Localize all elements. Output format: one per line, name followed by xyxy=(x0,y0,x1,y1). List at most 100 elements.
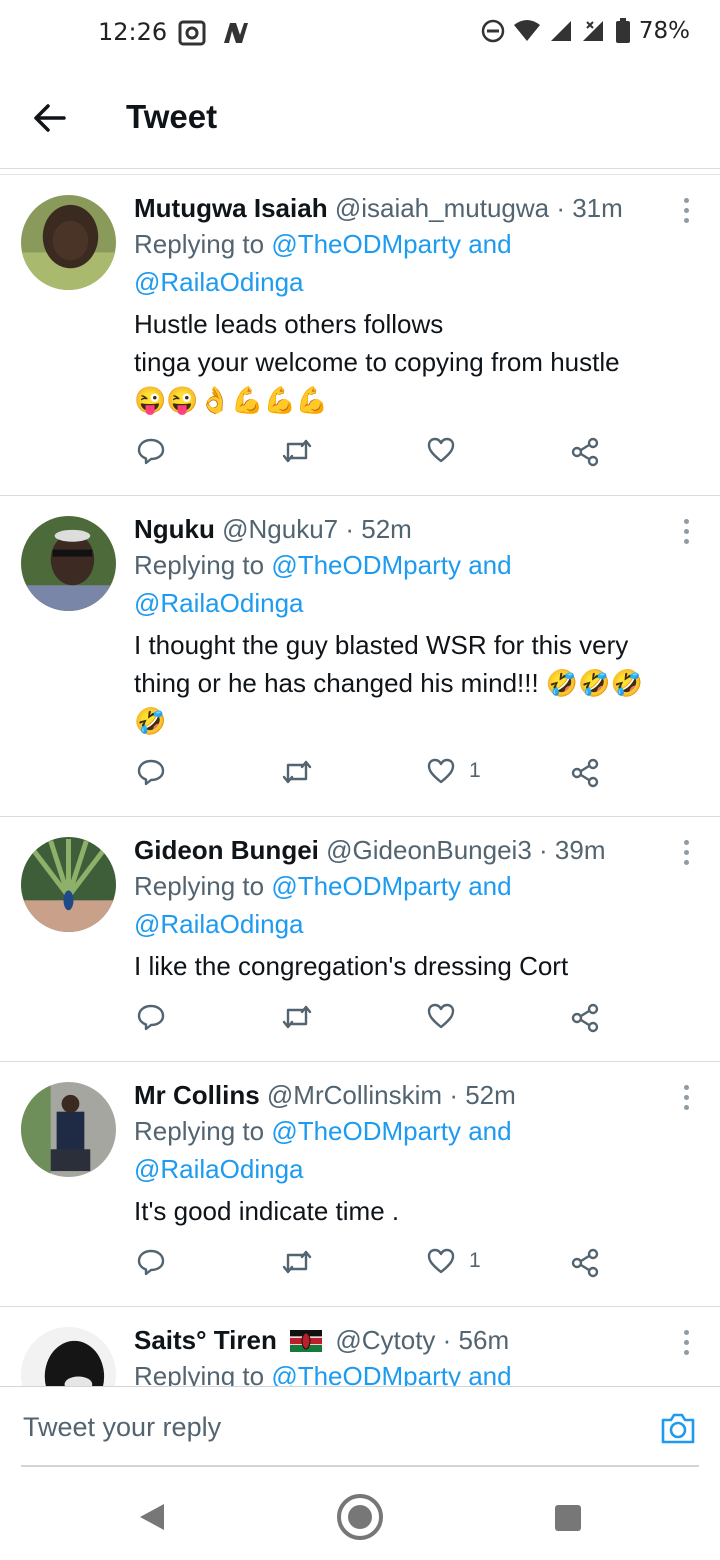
avatar[interactable] xyxy=(21,516,116,611)
tweet-text-line: Hustle leads others follows xyxy=(134,309,444,339)
avatar[interactable] xyxy=(21,195,116,290)
tweet-actions xyxy=(0,419,720,495)
share-icon xyxy=(571,1248,599,1278)
author-handle[interactable]: @MrCollinskim xyxy=(267,1080,442,1110)
reply-button[interactable] xyxy=(137,437,165,465)
retweet-button[interactable] xyxy=(281,437,313,465)
tweet-item[interactable]: Nguku @Nguku7 · 52m Replying to @TheODMp… xyxy=(0,496,720,817)
mention-link[interactable]: @RailaOdinga xyxy=(134,267,303,297)
like-button[interactable]: 1 xyxy=(427,758,481,784)
author-name[interactable]: Gideon Bungei xyxy=(134,835,319,865)
tweet-text: It's good indicate time . xyxy=(134,1192,680,1230)
system-nav-bar xyxy=(0,1466,720,1560)
like-button[interactable] xyxy=(427,1003,469,1029)
reply-feed[interactable]: Mutugwa Isaiah @isaiah_mutugwa · 31m Rep… xyxy=(0,174,720,1387)
tweet-text: I like the congregation's dressing Cort xyxy=(134,947,680,985)
tweet-emoji: 😜😜👌💪💪💪 xyxy=(134,385,329,415)
home-circle-icon[interactable] xyxy=(335,1492,385,1542)
author-name[interactable]: Mutugwa Isaiah xyxy=(134,193,328,223)
reply-icon xyxy=(137,1004,165,1031)
tweet-text-line: I thought the guy blasted WSR for this v… xyxy=(134,630,629,660)
back-triangle-icon[interactable] xyxy=(138,1502,166,1532)
signal-icon xyxy=(550,21,571,41)
author-handle[interactable]: @GideonBungei3 xyxy=(326,835,532,865)
share-icon xyxy=(571,1003,599,1033)
replying-to: Replying to @TheODMparty and @RailaOding… xyxy=(134,1112,680,1188)
mention-link[interactable]: @TheODMparty and xyxy=(271,1361,511,1387)
avatar[interactable] xyxy=(21,1082,116,1177)
retweet-icon xyxy=(282,439,312,463)
mention-link[interactable]: @TheODMparty and xyxy=(271,871,511,901)
retweet-button[interactable] xyxy=(281,1248,313,1276)
replying-to: Replying to @TheODMparty and @RailaOding… xyxy=(134,867,680,943)
author-handle[interactable]: @Nguku7 xyxy=(222,514,338,544)
tweet-time: · 52m xyxy=(345,514,412,544)
avatar[interactable] xyxy=(21,837,116,932)
tweet-time: · 39m xyxy=(539,835,606,865)
tweet-item[interactable]: Mr Collins @MrCollinskim · 52m Replying … xyxy=(0,1062,720,1307)
reply-icon xyxy=(137,759,165,786)
mention-link[interactable]: @TheODMparty and xyxy=(271,550,511,580)
arrow-left-icon[interactable] xyxy=(30,98,70,138)
tweet-item[interactable]: Mutugwa Isaiah @isaiah_mutugwa · 31m Rep… xyxy=(0,175,720,496)
share-button[interactable] xyxy=(571,758,601,788)
tweet-item[interactable]: Gideon Bungei @GideonBungei3 · 39m Reply… xyxy=(0,817,720,1062)
app-bar: Tweet xyxy=(0,68,720,169)
share-button[interactable] xyxy=(571,1248,601,1278)
heart-icon xyxy=(427,1248,455,1274)
retweet-button[interactable] xyxy=(281,1003,313,1031)
retweet-icon xyxy=(282,1005,312,1029)
author-name[interactable]: Nguku xyxy=(134,514,215,544)
share-button[interactable] xyxy=(571,1003,601,1033)
more-options-icon[interactable] xyxy=(678,516,694,546)
like-button[interactable] xyxy=(427,437,469,463)
author-handle[interactable]: @Cytoty xyxy=(335,1325,435,1355)
reply-input[interactable] xyxy=(21,1405,625,1449)
camera-icon[interactable] xyxy=(660,1411,696,1445)
more-options-icon[interactable] xyxy=(678,1327,694,1357)
share-button[interactable] xyxy=(571,437,601,467)
more-options-icon[interactable] xyxy=(678,195,694,225)
replying-to: Replying to @TheODMparty and xyxy=(134,1357,680,1387)
author-name[interactable]: Mr Collins xyxy=(134,1080,260,1110)
avatar[interactable] xyxy=(21,1327,116,1387)
replying-to: Replying to @TheODMparty and @RailaOding… xyxy=(134,546,680,622)
tweet-item[interactable]: Saits° Tiren @Cytoty · 56m Replying to @… xyxy=(0,1307,720,1387)
tweet-emoji: 🤣 xyxy=(134,706,167,736)
tweet-text: Hustle leads others follows tinga your w… xyxy=(134,305,680,419)
retweet-icon xyxy=(282,760,312,784)
battery-percent: 78% xyxy=(638,18,690,44)
replying-prefix: Replying to xyxy=(134,229,265,259)
battery-icon xyxy=(615,18,630,43)
replying-prefix: Replying to xyxy=(134,1361,265,1387)
share-icon xyxy=(571,437,599,467)
mention-link[interactable]: @TheODMparty and xyxy=(271,1116,511,1146)
reply-button[interactable] xyxy=(137,1248,165,1276)
author-handle[interactable]: @isaiah_mutugwa xyxy=(335,193,549,223)
reply-button[interactable] xyxy=(137,1003,165,1031)
status-bar: 12:26 78% xyxy=(0,0,720,68)
more-options-icon[interactable] xyxy=(678,1082,694,1112)
retweet-button[interactable] xyxy=(281,758,313,786)
reply-button[interactable] xyxy=(137,758,165,786)
more-options-icon[interactable] xyxy=(678,837,694,867)
heart-icon xyxy=(427,758,455,784)
mention-link[interactable]: @RailaOdinga xyxy=(134,1154,303,1184)
tweet-text: I thought the guy blasted WSR for this v… xyxy=(134,626,680,740)
mention-link[interactable]: @RailaOdinga xyxy=(134,909,303,939)
kenya-flag-icon xyxy=(290,1330,323,1352)
tweet-text-line: tinga your welcome to copying from hustl… xyxy=(134,347,620,377)
tweet-time: · 52m xyxy=(449,1080,516,1110)
tweet-actions: 1 xyxy=(0,740,720,816)
like-button[interactable]: 1 xyxy=(427,1248,481,1274)
page-title: Tweet xyxy=(126,98,218,135)
replying-prefix: Replying to xyxy=(134,1116,265,1146)
mention-link[interactable]: @TheODMparty and xyxy=(271,229,511,259)
author-name[interactable]: Saits° Tiren xyxy=(134,1325,277,1355)
do-not-disturb-icon xyxy=(481,19,505,43)
tweet-text-line: It's good indicate time . xyxy=(134,1196,400,1226)
tweet-actions xyxy=(0,985,720,1061)
mention-link[interactable]: @RailaOdinga xyxy=(134,588,303,618)
recents-square-icon[interactable] xyxy=(554,1504,582,1532)
tweet-text-line: thing or he has changed his mind!!! 🤣🤣🤣 xyxy=(134,668,644,698)
